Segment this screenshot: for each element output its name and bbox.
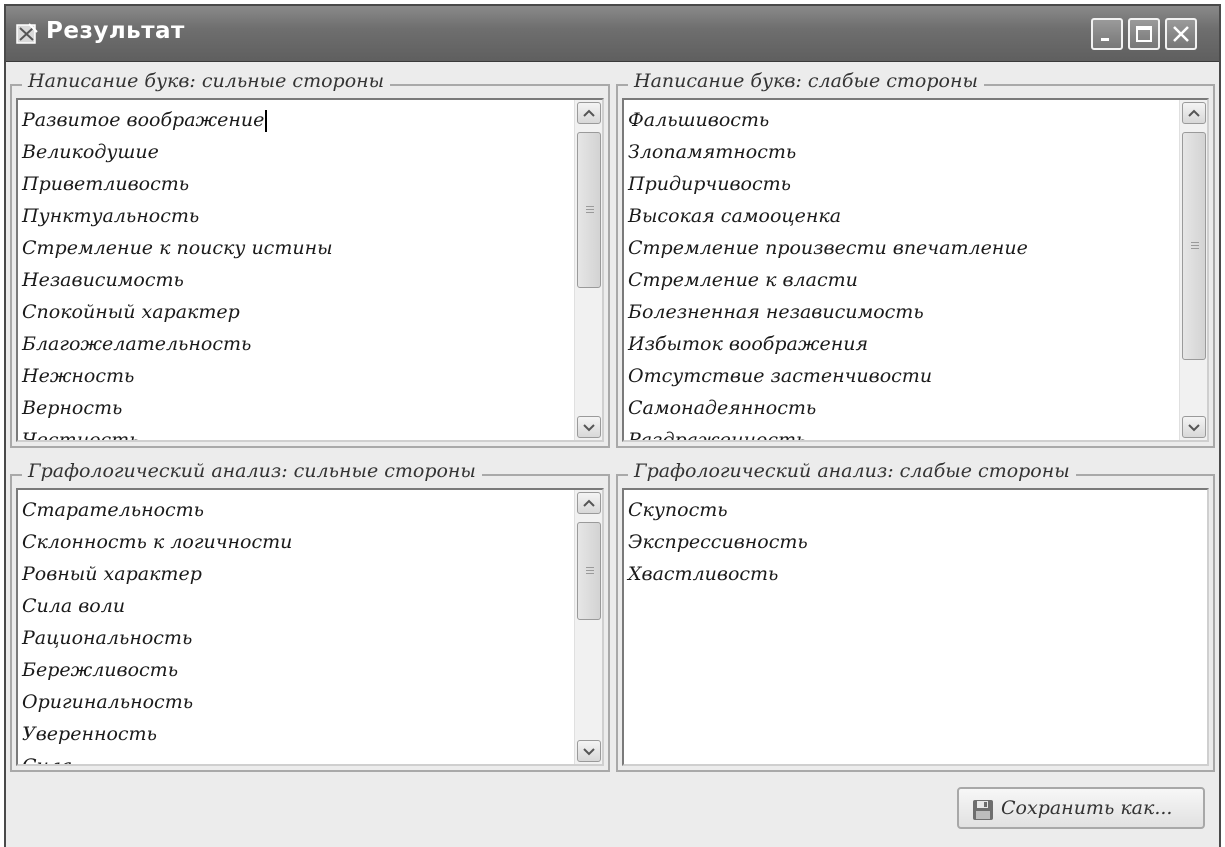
- writing-strong-group: Написание букв: сильные стороны Развитое…: [10, 70, 610, 448]
- list-item[interactable]: Скупость: [628, 494, 1203, 526]
- list-item[interactable]: Бережливость: [22, 654, 572, 686]
- scroll-down-button[interactable]: [1182, 416, 1206, 438]
- list-item[interactable]: Развитое воображение: [22, 104, 572, 136]
- vertical-scrollbar[interactable]: [574, 490, 602, 764]
- text-caret: [265, 110, 268, 132]
- list-item[interactable]: Благожелательность: [22, 328, 572, 360]
- close-button[interactable]: [1165, 18, 1197, 50]
- save-as-button[interactable]: Сохранить как...: [957, 787, 1205, 829]
- list-item[interactable]: Склонность к логичности: [22, 526, 572, 558]
- list-item[interactable]: Придирчивость: [628, 168, 1177, 200]
- list-item[interactable]: Независимость: [22, 264, 572, 296]
- list-item[interactable]: Пунктуальность: [22, 200, 572, 232]
- group-title: Графологический анализ: сильные стороны: [22, 460, 482, 482]
- list-item[interactable]: Хвастливость: [628, 558, 1203, 590]
- chevron-down-icon: [1188, 424, 1200, 432]
- floppy-disk-icon: [973, 800, 993, 820]
- writing-strong-list[interactable]: Развитое воображение Великодушие Приветл…: [16, 98, 604, 442]
- grapho-strong-group: Графологический анализ: сильные стороны …: [10, 460, 610, 772]
- list-item[interactable]: Фальшивость: [628, 104, 1177, 136]
- maximize-icon: [1136, 26, 1152, 42]
- group-title: Графологический анализ: слабые стороны: [628, 460, 1076, 482]
- scroll-down-button[interactable]: [577, 416, 601, 438]
- grapho-weak-list[interactable]: Скупость Экспрессивность Хвастливость: [622, 488, 1209, 766]
- list-item[interactable]: Оригинальность: [22, 686, 572, 718]
- list-item[interactable]: Раздраженность: [628, 424, 1177, 440]
- list-item[interactable]: Старательность: [22, 494, 572, 526]
- scroll-up-button[interactable]: [577, 492, 601, 514]
- list-item[interactable]: Уверенность: [22, 718, 572, 750]
- list-item[interactable]: Великодушие: [22, 136, 572, 168]
- list-item[interactable]: Избыток воображения: [628, 328, 1177, 360]
- writing-weak-list[interactable]: Фальшивость Злопамятность Придирчивость …: [622, 98, 1209, 442]
- list-item[interactable]: Нежность: [22, 360, 572, 392]
- title-bar[interactable]: Результат: [6, 6, 1219, 62]
- list-item[interactable]: Честность: [22, 424, 572, 440]
- chevron-up-icon: [583, 109, 595, 117]
- app-icon: [16, 23, 38, 44]
- list-item[interactable]: Стремление произвести впечатление: [628, 232, 1177, 264]
- scroll-up-button[interactable]: [577, 102, 601, 124]
- group-title: Написание букв: сильные стороны: [22, 70, 391, 92]
- list-item[interactable]: Злопамятность: [628, 136, 1177, 168]
- chevron-down-icon: [583, 748, 595, 756]
- minimize-icon: [1101, 38, 1109, 41]
- list-item[interactable]: Верность: [22, 392, 572, 424]
- list-item[interactable]: Стремление к власти: [628, 264, 1177, 296]
- list-item[interactable]: Самонадеянность: [628, 392, 1177, 424]
- list-item[interactable]: Спокойный характер: [22, 296, 572, 328]
- list-item[interactable]: Сила: [22, 750, 572, 764]
- list-item[interactable]: Сила воли: [22, 590, 572, 622]
- writing-weak-group: Написание букв: слабые стороны Фальшивос…: [616, 70, 1215, 448]
- list-item[interactable]: Рациональность: [22, 622, 572, 654]
- scroll-thumb[interactable]: [577, 522, 601, 620]
- list-item[interactable]: Стремление к поиску истины: [22, 232, 572, 264]
- scroll-thumb[interactable]: [577, 132, 601, 288]
- close-icon: [1173, 26, 1189, 42]
- chevron-up-icon: [1188, 109, 1200, 117]
- vertical-scrollbar[interactable]: [574, 100, 602, 440]
- list-item[interactable]: Ровный характер: [22, 558, 572, 590]
- list-item[interactable]: Приветливость: [22, 168, 572, 200]
- scroll-thumb[interactable]: [1182, 132, 1206, 360]
- group-title: Написание букв: слабые стороны: [628, 70, 984, 92]
- grapho-strong-list[interactable]: Старательность Склонность к логичности Р…: [16, 488, 604, 766]
- list-item[interactable]: Высокая самооценка: [628, 200, 1177, 232]
- list-item[interactable]: Экспрессивность: [628, 526, 1203, 558]
- scroll-down-button[interactable]: [577, 740, 601, 762]
- vertical-scrollbar[interactable]: [1179, 100, 1207, 440]
- save-as-label: Сохранить как...: [1001, 797, 1173, 819]
- maximize-button[interactable]: [1128, 18, 1160, 50]
- scroll-up-button[interactable]: [1182, 102, 1206, 124]
- window-title: Результат: [46, 18, 185, 44]
- list-item[interactable]: Отсутствие застенчивости: [628, 360, 1177, 392]
- list-item[interactable]: Болезненная независимость: [628, 296, 1177, 328]
- grapho-weak-group: Графологический анализ: слабые стороны С…: [616, 460, 1215, 772]
- chevron-down-icon: [583, 424, 595, 432]
- minimize-button[interactable]: [1091, 18, 1123, 50]
- chevron-up-icon: [583, 499, 595, 507]
